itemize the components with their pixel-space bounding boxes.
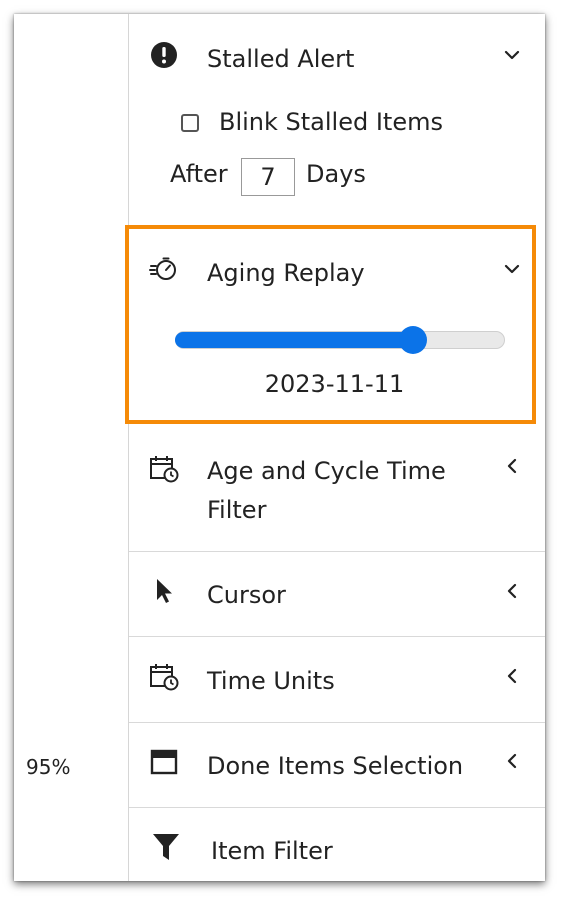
time-units-title[interactable]: Time Units [207, 662, 335, 701]
aging-replay-slider-fill [175, 332, 413, 348]
exclamation-circle-icon [149, 40, 179, 70]
age-cycle-time-filter-title-line2[interactable]: Filter [207, 491, 266, 530]
cursor-arrow-icon [149, 576, 179, 606]
settings-panel-frame: 95% Stalled Alert Blink Stalled Items Af… [14, 14, 545, 881]
section-divider [129, 722, 545, 723]
aging-replay-title[interactable]: Aging Replay [207, 254, 365, 293]
chevron-left-icon[interactable] [501, 750, 523, 772]
chevron-down-icon[interactable] [501, 44, 523, 66]
section-divider [129, 807, 545, 808]
aging-replay-date: 2023-11-11 [264, 370, 405, 398]
days-label: Days [306, 160, 366, 188]
left-column: 95% [14, 14, 129, 881]
stalled-alert-title[interactable]: Stalled Alert [207, 40, 354, 79]
age-cycle-time-filter-title[interactable]: Age and Cycle Time [207, 452, 446, 491]
done-items-selection-title[interactable]: Done Items Selection [207, 747, 463, 786]
window-panel-icon [149, 747, 179, 777]
chevron-left-icon[interactable] [501, 665, 523, 687]
settings-panel: Stalled Alert Blink Stalled Items After … [125, 14, 545, 881]
chevron-left-icon[interactable] [501, 455, 523, 477]
after-label: After [170, 160, 228, 188]
stopwatch-icon [149, 254, 179, 284]
aging-replay-slider-thumb[interactable] [398, 326, 427, 354]
blink-stalled-checkbox[interactable] [181, 114, 199, 132]
calendar-clock-icon [149, 662, 179, 692]
chevron-down-icon[interactable] [501, 258, 523, 280]
funnel-icon [151, 832, 181, 862]
zoom-level: 95% [26, 755, 71, 779]
blink-stalled-label[interactable]: Blink Stalled Items [219, 108, 443, 136]
section-divider [129, 636, 545, 637]
chevron-left-icon[interactable] [501, 580, 523, 602]
item-filter-title[interactable]: Item Filter [211, 832, 333, 871]
section-divider [129, 551, 545, 552]
cursor-title[interactable]: Cursor [207, 576, 286, 615]
calendar-clock-icon [149, 454, 179, 484]
stalled-days-input[interactable] [241, 158, 295, 196]
